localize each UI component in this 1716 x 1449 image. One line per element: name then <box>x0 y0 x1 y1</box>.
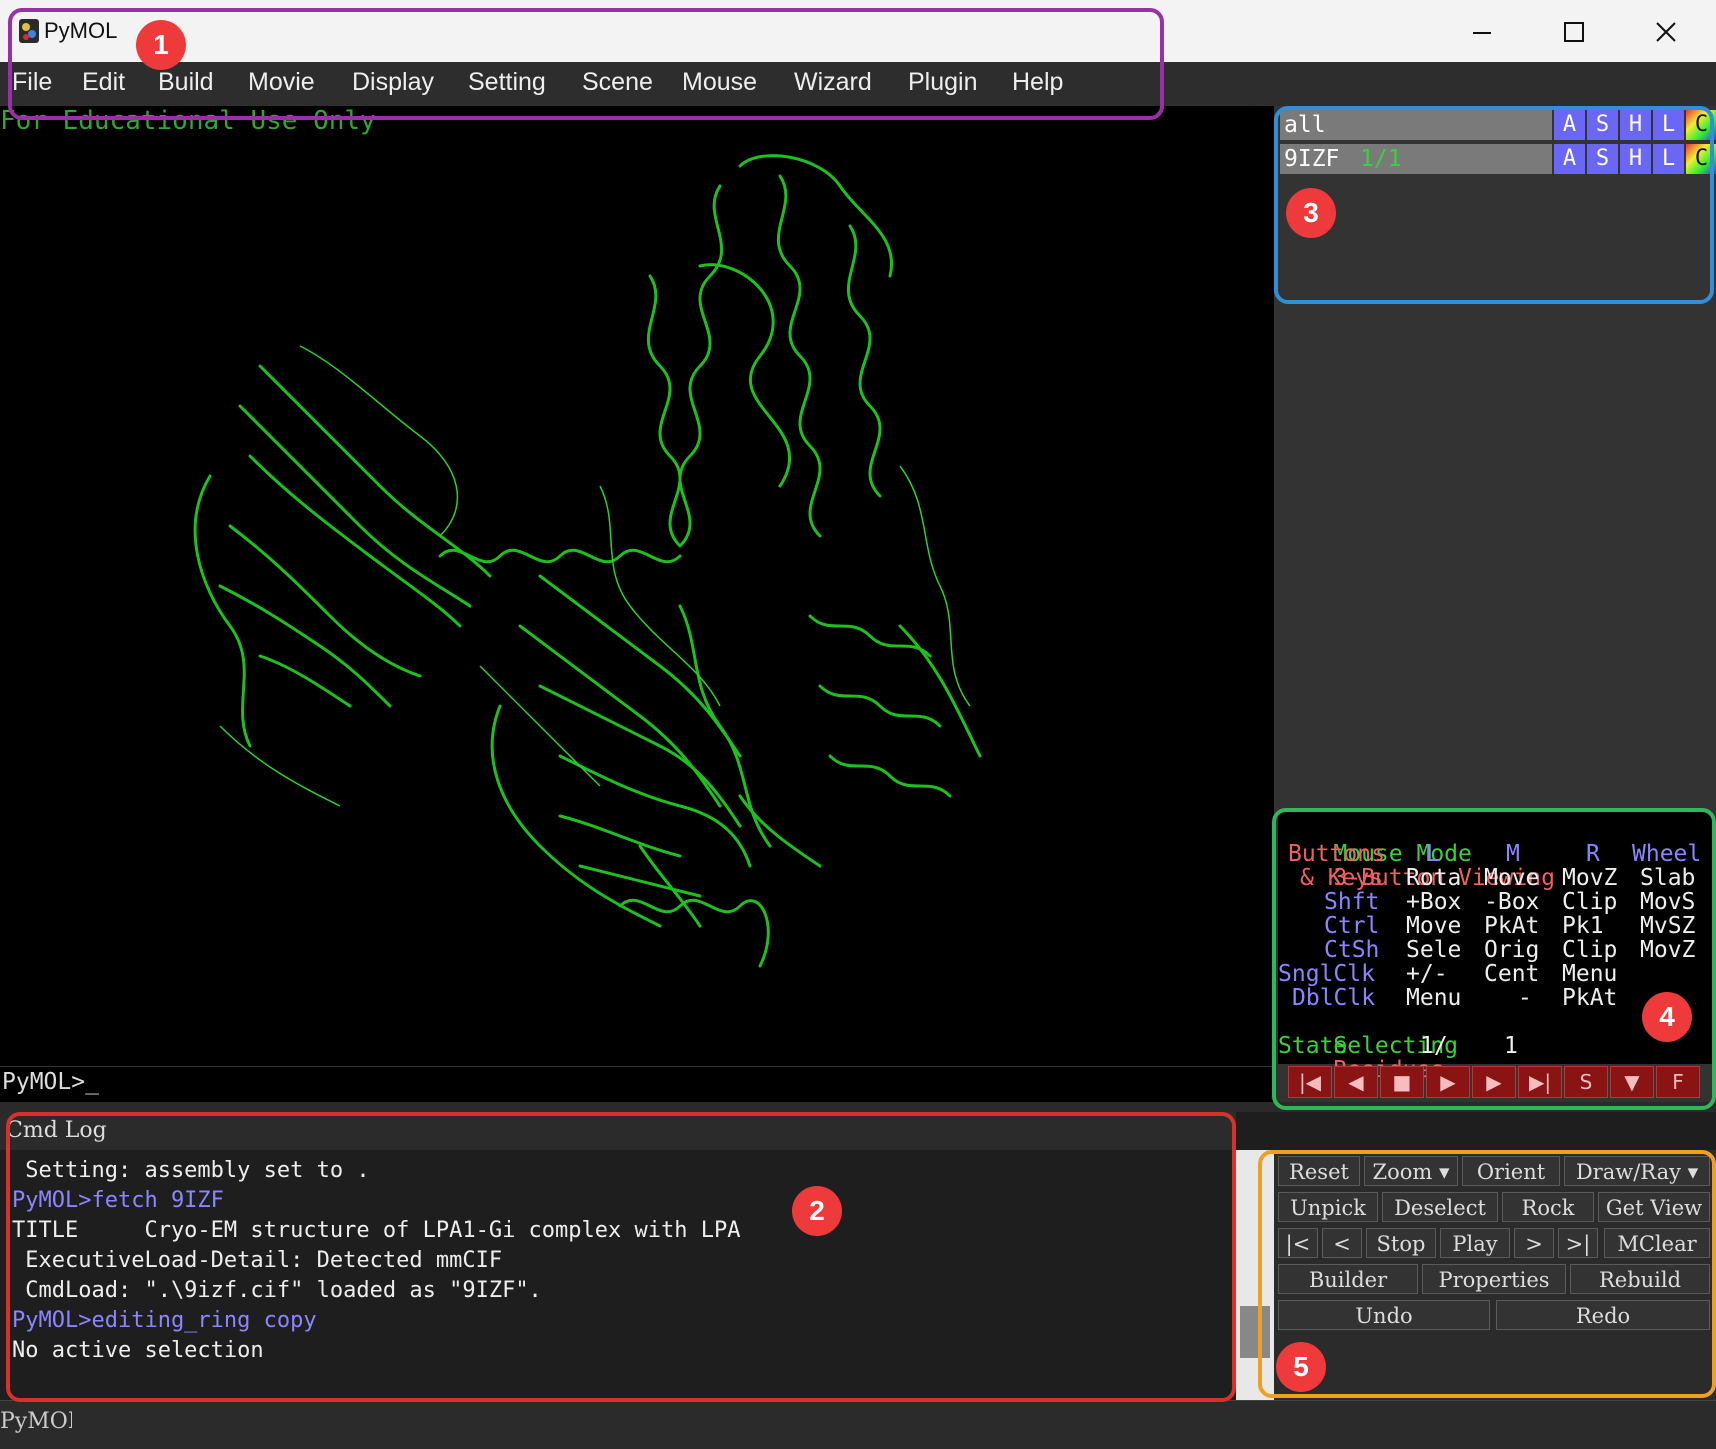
viewport-prompt: PyMOL>_ <box>2 1069 99 1095</box>
protein-cartoon-render <box>193 154 982 968</box>
annotation-box-4 <box>1272 808 1716 1110</box>
annotation-badge-1: 1 <box>136 20 186 70</box>
annotation-box-2 <box>6 1112 1236 1402</box>
minimize-icon[interactable] <box>1452 10 1512 54</box>
close-icon[interactable] <box>1636 10 1696 54</box>
viewport-command-line[interactable]: PyMOL>_ <box>0 1066 1274 1103</box>
annotation-box-1 <box>8 8 1164 120</box>
annotation-badge-5: 5 <box>1276 1342 1326 1392</box>
command-input[interactable] <box>72 1405 1712 1441</box>
molecular-viewport[interactable]: For Educational Use Only <box>0 106 1274 1066</box>
annotation-box-5 <box>1258 1150 1716 1398</box>
annotation-badge-2: 2 <box>792 1186 842 1236</box>
annotation-badge-4: 4 <box>1642 992 1692 1042</box>
maximize-icon[interactable] <box>1544 10 1604 54</box>
annotation-box-3 <box>1274 106 1714 304</box>
annotation-badge-3: 3 <box>1286 188 1336 238</box>
bottom-command-bar: PyMOL> <box>0 1400 1716 1449</box>
